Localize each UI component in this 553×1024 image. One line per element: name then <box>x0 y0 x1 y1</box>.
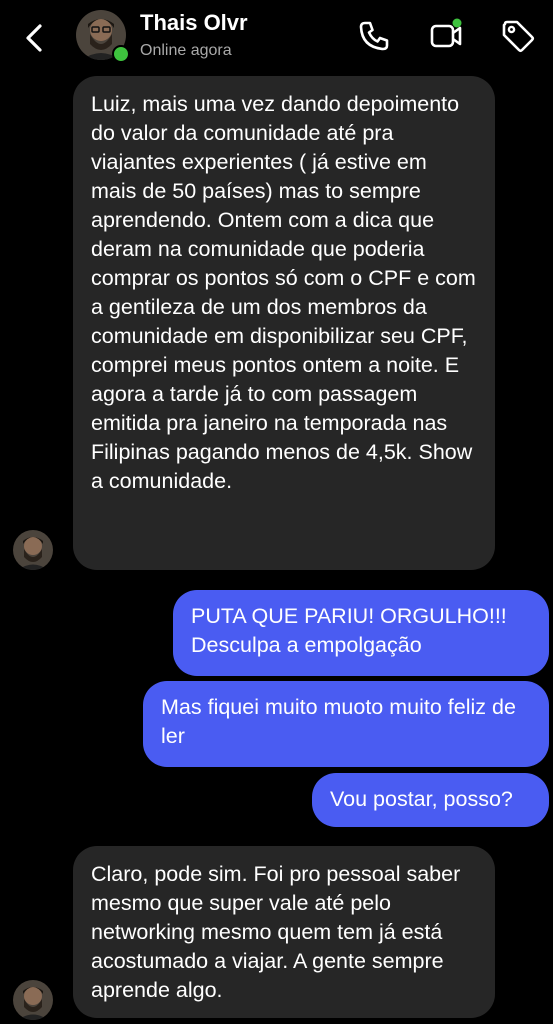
outgoing-message[interactable]: Mas fiquei muito muoto muito feliz de le… <box>143 681 549 767</box>
phone-icon[interactable] <box>356 18 392 54</box>
contact-avatar-small[interactable] <box>13 530 53 570</box>
outgoing-message[interactable]: Vou postar, posso? <box>312 773 549 827</box>
online-indicator <box>112 45 130 63</box>
tag-icon[interactable] <box>500 18 536 54</box>
online-status: Online agora <box>140 42 232 59</box>
contact-name[interactable]: Thais Olvr <box>140 10 248 36</box>
video-call-icon[interactable] <box>428 18 464 54</box>
incoming-message[interactable]: Claro, pode sim. Foi pro pessoal saber m… <box>73 846 495 1018</box>
outgoing-message[interactable]: PUTA QUE PARIU! ORGULHO!!! Desculpa a em… <box>173 590 549 676</box>
chat-header: Thais Olvr Online agora <box>0 0 553 72</box>
incoming-message[interactable]: Luiz, mais uma vez dando depoimento do v… <box>73 76 495 570</box>
contact-avatar-small[interactable] <box>13 980 53 1020</box>
back-chevron-icon[interactable] <box>18 20 54 56</box>
